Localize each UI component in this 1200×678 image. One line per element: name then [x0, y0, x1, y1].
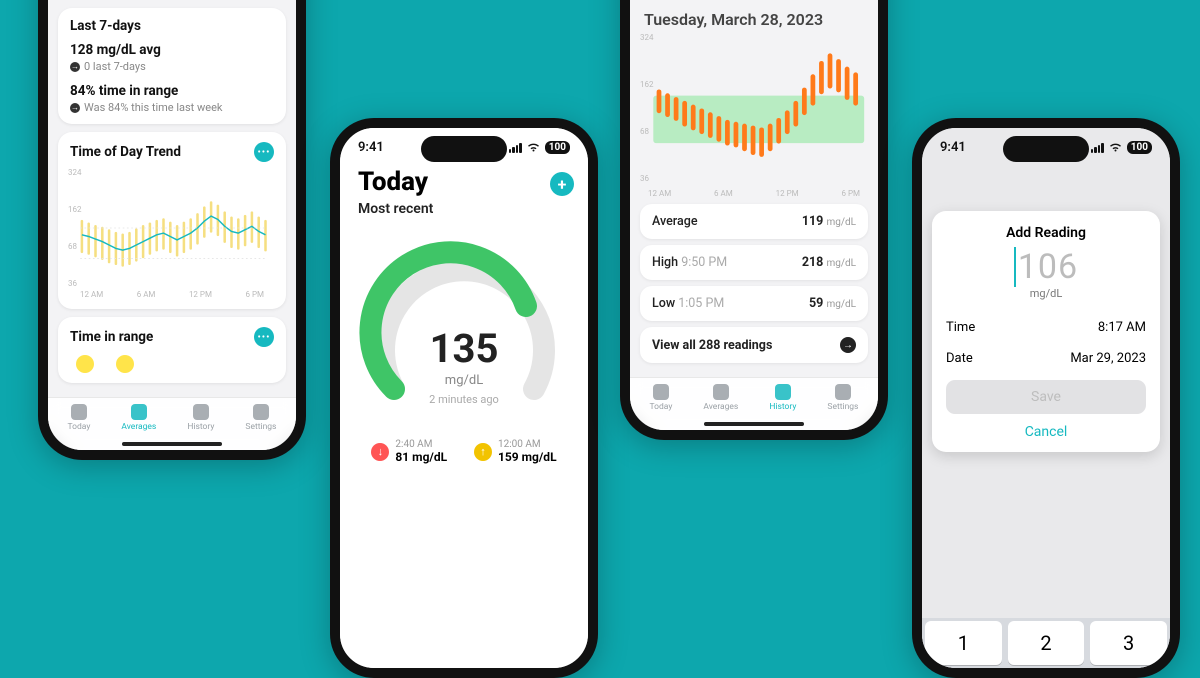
tir-sub-row: → Was 84% this time last week [70, 101, 274, 114]
calendar-icon [775, 384, 791, 400]
tab-today[interactable]: Today [68, 404, 91, 432]
save-button[interactable]: Save [946, 380, 1146, 414]
battery-icon: 100 [545, 141, 570, 154]
tab-settings[interactable]: Settings [245, 404, 276, 432]
home-indicator[interactable] [704, 422, 804, 426]
gear-icon [835, 384, 851, 400]
tab-averages[interactable]: Averages [703, 384, 738, 412]
time-row[interactable]: Time8:17 AM [946, 312, 1146, 343]
gear-icon [253, 404, 269, 420]
more-icon[interactable]: ••• [254, 327, 274, 347]
add-button[interactable]: + [550, 172, 574, 196]
reading-unit: mg/dL [946, 287, 1146, 300]
date-row[interactable]: DateMar 29, 2023 [946, 343, 1146, 374]
tab-today[interactable]: Today [650, 384, 673, 412]
status-time: 9:41 [940, 140, 966, 155]
phone-averages: Last 7-days 128 mg/dL avg → 0 last 7-day… [38, 0, 306, 460]
wifi-icon [526, 142, 541, 153]
x-axis: 12 AM6 AM 12 PM6 PM [630, 189, 878, 198]
home-indicator[interactable] [122, 442, 222, 446]
reading-input[interactable]: 106 [1014, 247, 1078, 287]
avg-sub-row: → 0 last 7-days [70, 60, 274, 73]
subhead: Most recent [340, 197, 588, 221]
cellular-icon [509, 143, 522, 153]
gauge-value: 135 [430, 325, 499, 372]
tod-chart: 324 162 68 36 [70, 168, 274, 288]
x-axis: 12 AM6 AM 12 PM6 PM [70, 290, 274, 299]
phone-history: Tuesday, March 28, 2023 324162 6836 [620, 0, 888, 440]
arrow-right-icon: → [70, 103, 80, 113]
chart-icon [713, 384, 729, 400]
sun-icon [653, 384, 669, 400]
tab-history[interactable]: History [187, 404, 214, 432]
low-reading[interactable]: ↓ 2:40 AM81 mg/dL [371, 439, 447, 464]
tir2-title: Time in range [70, 329, 153, 345]
gauge-unit: mg/dL [445, 373, 483, 388]
row-view-all[interactable]: View all 288 readings → [640, 327, 868, 363]
gauge-time: 2 minutes ago [429, 393, 499, 406]
key-2[interactable]: 2 [1008, 621, 1085, 665]
tod-trend-card: Time of Day Trend ••• 324 162 68 36 [58, 132, 286, 309]
tir-line: 84% time in range [70, 83, 274, 99]
phone-today: 9:41 100 + Today Most recent 135 mg/dL 2… [330, 118, 598, 678]
status-time: 9:41 [358, 140, 384, 155]
tab-settings[interactable]: Settings [827, 384, 858, 412]
notch [421, 136, 507, 162]
arrow-down-icon: ↓ [371, 443, 389, 461]
high-reading[interactable]: ↑ 12:00 AM159 mg/dL [474, 439, 557, 464]
row-high[interactable]: High 9:50 PM 218 mg/dL [640, 245, 868, 280]
tab-history[interactable]: History [769, 384, 796, 412]
numeric-keypad: 1 2 3 [922, 618, 1170, 668]
tab-averages[interactable]: Averages [121, 404, 156, 432]
chart-icon [131, 404, 147, 420]
tod-chart-svg [70, 168, 274, 288]
arrow-up-icon: ↑ [474, 443, 492, 461]
history-date: Tuesday, March 28, 2023 [630, 0, 878, 33]
calendar-icon [193, 404, 209, 420]
wifi-icon [1108, 142, 1123, 153]
avg-line: 128 mg/dL avg [70, 42, 274, 58]
add-reading-modal: Add Reading 106 mg/dL Time8:17 AM DateMa… [932, 211, 1160, 452]
sun-icon [71, 404, 87, 420]
mini-readings: ↓ 2:40 AM81 mg/dL ↑ 12:00 AM159 mg/dL [340, 439, 588, 464]
row-low[interactable]: Low 1:05 PM 59 mg/dL [640, 286, 868, 321]
more-icon[interactable]: ••• [254, 142, 274, 162]
last7-title: Last 7-days [70, 18, 274, 34]
glucose-gauge: 135 mg/dL 2 minutes ago [340, 229, 588, 429]
tir-card: Time in range ••• [58, 317, 286, 383]
row-average[interactable]: Average 119 mg/dL [640, 204, 868, 239]
key-1[interactable]: 1 [925, 621, 1002, 665]
tod-title: Time of Day Trend [70, 144, 181, 160]
last7-card: Last 7-days 128 mg/dL avg → 0 last 7-day… [58, 8, 286, 124]
arrow-right-icon: → [70, 62, 80, 72]
phone-add-reading: 9:41 100 Add Reading 106 mg/dL Time8:17 … [912, 118, 1180, 678]
y-axis: 324 162 68 36 [68, 168, 82, 288]
cancel-button[interactable]: Cancel [946, 414, 1146, 442]
modal-title: Add Reading [946, 225, 1146, 241]
notch [1003, 136, 1089, 162]
daily-chart [640, 33, 868, 183]
key-3[interactable]: 3 [1090, 621, 1167, 665]
battery-icon: 100 [1127, 141, 1152, 154]
cellular-icon [1091, 143, 1104, 153]
arrow-right-icon: → [840, 337, 856, 353]
